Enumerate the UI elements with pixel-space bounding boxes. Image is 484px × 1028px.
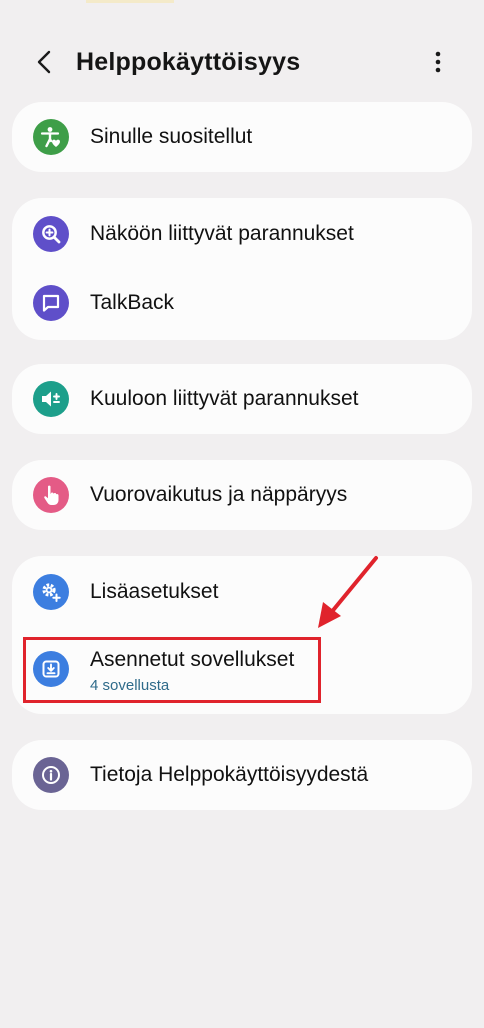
speaker-volume-icon <box>33 381 69 417</box>
speech-bubble-icon <box>33 285 69 321</box>
card-vision: Näköön liittyvät parannukset TalkBack <box>12 198 472 340</box>
accessibility-heart-icon <box>33 119 69 155</box>
more-vertical-icon <box>435 51 441 73</box>
menu-item-interaction[interactable]: Vuorovaikutus ja näppäryys <box>12 460 472 530</box>
chevron-left-icon <box>37 50 51 74</box>
app-header: Helppokäyttöisyys <box>0 34 484 90</box>
more-options-button[interactable] <box>424 46 452 78</box>
gears-plus-icon <box>33 574 69 610</box>
menu-item-talkback[interactable]: TalkBack <box>12 268 472 338</box>
menu-item-label: Vuorovaikutus ja näppäryys <box>90 483 348 506</box>
menu-item-advanced[interactable]: Lisäasetukset <box>12 556 472 626</box>
card-interaction: Vuorovaikutus ja näppäryys <box>12 460 472 530</box>
red-arrow-icon <box>318 556 378 628</box>
info-icon <box>33 757 69 793</box>
menu-item-label: Lisäasetukset <box>90 580 219 603</box>
menu-item-vision[interactable]: Näköön liittyvät parannukset <box>12 198 472 268</box>
menu-item-about[interactable]: Tietoja Helppokäyttöisyydestä <box>12 740 472 810</box>
hand-touch-icon <box>33 477 69 513</box>
menu-item-label: TalkBack <box>90 291 175 314</box>
page-title: Helppokäyttöisyys <box>76 48 301 76</box>
menu-item-hearing[interactable]: Kuuloon liittyvät parannukset <box>12 364 472 434</box>
status-bar-fragment <box>86 0 174 3</box>
back-button[interactable] <box>26 46 62 78</box>
menu-item-recommended[interactable]: Sinulle suositellut <box>12 102 472 172</box>
highlight-box <box>23 637 321 703</box>
magnifier-plus-icon <box>33 216 69 252</box>
card-hearing: Kuuloon liittyvät parannukset <box>12 364 472 434</box>
menu-item-label: Kuuloon liittyvät parannukset <box>90 387 359 410</box>
menu-item-label: Tietoja Helppokäyttöisyydestä <box>90 763 369 786</box>
card-about: Tietoja Helppokäyttöisyydestä <box>12 740 472 810</box>
menu-item-label: Näköön liittyvät parannukset <box>90 222 354 245</box>
card-recommended: Sinulle suositellut <box>12 102 472 172</box>
menu-item-label: Sinulle suositellut <box>90 125 253 148</box>
